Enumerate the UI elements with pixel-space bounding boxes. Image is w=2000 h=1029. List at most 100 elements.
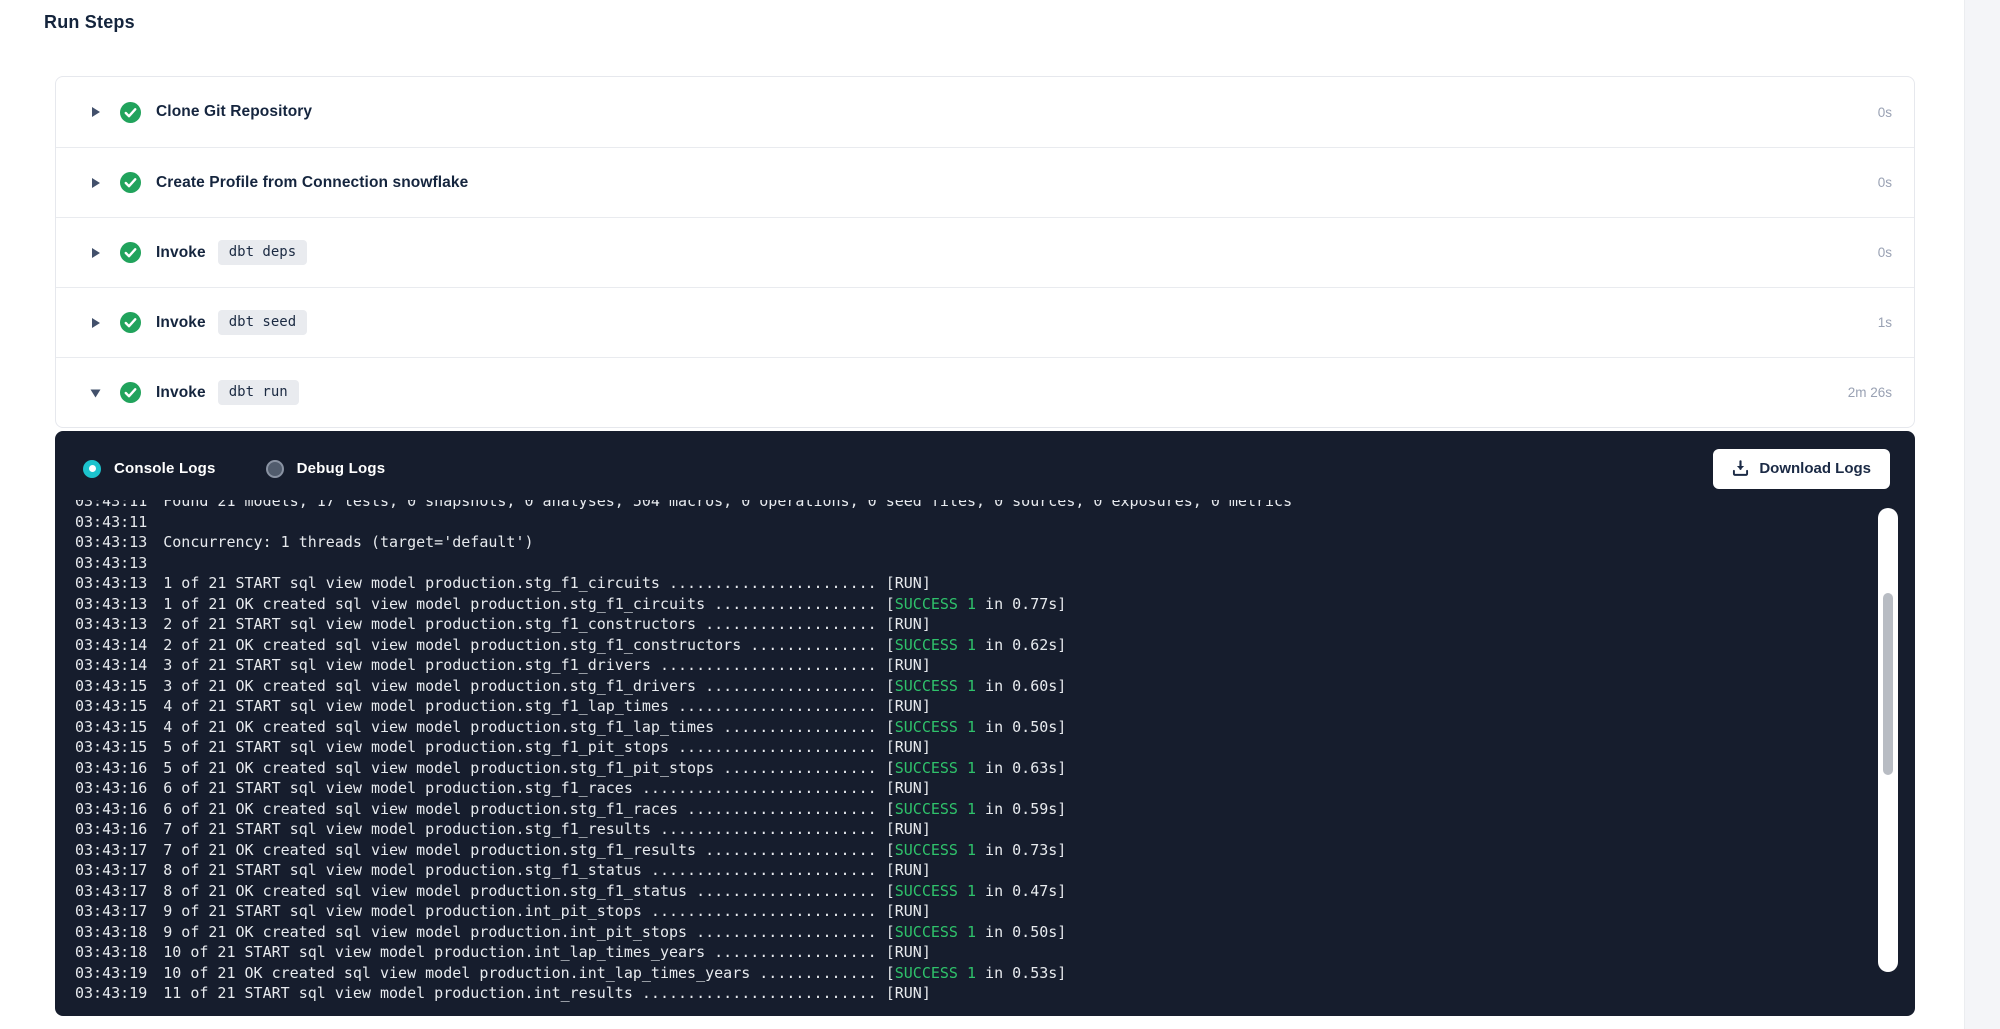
success-check-icon — [120, 102, 141, 123]
log-timestamp: 03:43:16 — [75, 778, 147, 799]
step-row[interactable]: Invoke dbt seed 1s — [56, 287, 1914, 357]
log-timestamp: 03:43:11 — [75, 500, 147, 512]
log-line: 03:43:167 of 21 START sql view model pro… — [75, 819, 1875, 840]
success-status-text: SUCCESS 1 — [895, 677, 976, 695]
caret-icon[interactable] — [89, 387, 101, 399]
log-timestamp: 03:43:13 — [75, 573, 147, 594]
download-logs-label: Download Logs — [1759, 460, 1871, 477]
log-line: 03:43:166 of 21 START sql view model pro… — [75, 778, 1875, 799]
step-label: Invoke — [156, 314, 206, 332]
log-timestamp: 03:43:14 — [75, 655, 147, 676]
success-status-text: SUCCESS 1 — [895, 882, 976, 900]
step-row[interactable]: Invoke dbt deps 0s — [56, 217, 1914, 287]
download-logs-button[interactable]: Download Logs — [1713, 449, 1890, 489]
step-row[interactable]: Invoke dbt run 2m 26s — [56, 357, 1914, 427]
caret-icon[interactable] — [89, 317, 101, 329]
log-scrollbar-thumb[interactable] — [1883, 593, 1893, 775]
caret-icon[interactable] — [89, 106, 101, 118]
success-status-text: SUCCESS 1 — [895, 923, 976, 941]
log-line: 03:43:1810 of 21 START sql view model pr… — [75, 942, 1875, 963]
log-line: 03:43:154 of 21 OK created sql view mode… — [75, 717, 1875, 738]
step-label: Clone Git Repository — [156, 103, 312, 121]
success-status-text: SUCCESS 1 — [895, 964, 976, 982]
debug-logs-radio[interactable]: Debug Logs — [266, 460, 386, 478]
step-command-badge: dbt seed — [218, 310, 307, 335]
log-line: 03:43:11 — [75, 512, 1875, 533]
radio-unselected-icon[interactable] — [266, 460, 284, 478]
log-line: 03:43:155 of 21 START sql view model pro… — [75, 737, 1875, 758]
page-title: Run Steps — [44, 12, 135, 33]
log-line: 03:43:178 of 21 START sql view model pro… — [75, 860, 1875, 881]
step-duration: 0s — [1878, 245, 1892, 260]
debug-logs-label: Debug Logs — [297, 460, 386, 477]
step-command-badge: dbt run — [218, 380, 299, 405]
log-line: 03:43:13Concurrency: 1 threads (target='… — [75, 532, 1875, 553]
log-line: 03:43:1911 of 21 START sql view model pr… — [75, 983, 1875, 1002]
log-line: 03:43:142 of 21 OK created sql view mode… — [75, 635, 1875, 656]
log-line: 03:43:154 of 21 START sql view model pro… — [75, 696, 1875, 717]
log-timestamp: 03:43:13 — [75, 614, 147, 635]
console-log-output[interactable]: 03:43:11Found 21 models, 17 tests, 0 sna… — [55, 500, 1875, 1002]
log-timestamp: 03:43:17 — [75, 840, 147, 861]
log-line: 03:43:1910 of 21 OK created sql view mod… — [75, 963, 1875, 984]
console-logs-radio[interactable]: Console Logs — [83, 460, 216, 478]
log-line: 03:43:132 of 21 START sql view model pro… — [75, 614, 1875, 635]
log-timestamp: 03:43:15 — [75, 737, 147, 758]
log-line: 03:43:11Found 21 models, 17 tests, 0 sna… — [75, 500, 1875, 512]
step-label: Invoke — [156, 384, 206, 402]
step-label: Create Profile from Connection snowflake — [156, 174, 468, 192]
caret-icon[interactable] — [89, 177, 101, 189]
success-status-text: SUCCESS 1 — [895, 636, 976, 654]
success-status-text: SUCCESS 1 — [895, 759, 976, 777]
step-row[interactable]: Clone Git Repository 0s — [56, 77, 1914, 147]
success-status-text: SUCCESS 1 — [895, 595, 976, 613]
log-timestamp: 03:43:18 — [75, 942, 147, 963]
log-line: 03:43:178 of 21 OK created sql view mode… — [75, 881, 1875, 902]
log-scrollbar[interactable] — [1878, 508, 1898, 972]
log-timestamp: 03:43:15 — [75, 717, 147, 738]
log-timestamp: 03:43:13 — [75, 594, 147, 615]
log-timestamp: 03:43:16 — [75, 799, 147, 820]
log-line: 03:43:13 — [75, 553, 1875, 574]
log-timestamp: 03:43:17 — [75, 901, 147, 922]
step-row[interactable]: Create Profile from Connection snowflake… — [56, 147, 1914, 217]
success-status-text: SUCCESS 1 — [895, 718, 976, 736]
log-line: 03:43:131 of 21 START sql view model pro… — [75, 573, 1875, 594]
log-line: 03:43:166 of 21 OK created sql view mode… — [75, 799, 1875, 820]
download-icon — [1732, 460, 1749, 477]
log-timestamp: 03:43:19 — [75, 963, 147, 984]
radio-selected-icon[interactable] — [83, 460, 101, 478]
step-command-badge: dbt deps — [218, 240, 307, 265]
log-line: 03:43:189 of 21 OK created sql view mode… — [75, 922, 1875, 943]
step-duration: 0s — [1878, 105, 1892, 120]
log-timestamp: 03:43:15 — [75, 676, 147, 697]
log-line: 03:43:153 of 21 OK created sql view mode… — [75, 676, 1875, 697]
log-timestamp: 03:43:14 — [75, 635, 147, 656]
log-timestamp: 03:43:18 — [75, 922, 147, 943]
caret-icon[interactable] — [89, 247, 101, 259]
log-line: 03:43:165 of 21 OK created sql view mode… — [75, 758, 1875, 779]
step-duration: 1s — [1878, 315, 1892, 330]
log-panel-header: Console Logs Debug Logs Download Logs — [55, 431, 1915, 500]
log-timestamp: 03:43:16 — [75, 758, 147, 779]
success-check-icon — [120, 172, 141, 193]
log-line: 03:43:179 of 21 START sql view model pro… — [75, 901, 1875, 922]
log-line: 03:43:177 of 21 OK created sql view mode… — [75, 840, 1875, 861]
log-line: 03:43:143 of 21 START sql view model pro… — [75, 655, 1875, 676]
console-logs-label: Console Logs — [114, 460, 216, 477]
page-background-gutter — [1964, 0, 2000, 1029]
log-timestamp: 03:43:13 — [75, 553, 147, 574]
log-timestamp: 03:43:15 — [75, 696, 147, 717]
log-timestamp: 03:43:16 — [75, 819, 147, 840]
success-check-icon — [120, 382, 141, 403]
step-label: Invoke — [156, 244, 206, 262]
log-timestamp: 03:43:11 — [75, 512, 147, 533]
step-duration: 2m 26s — [1848, 385, 1892, 400]
log-timestamp: 03:43:17 — [75, 860, 147, 881]
log-panel: Console Logs Debug Logs Download Logs 03… — [55, 431, 1915, 1016]
run-steps-list: Clone Git Repository 0s Create Profile f… — [55, 76, 1915, 428]
success-status-text: SUCCESS 1 — [895, 800, 976, 818]
log-line: 03:43:131 of 21 OK created sql view mode… — [75, 594, 1875, 615]
step-duration: 0s — [1878, 175, 1892, 190]
success-check-icon — [120, 312, 141, 333]
